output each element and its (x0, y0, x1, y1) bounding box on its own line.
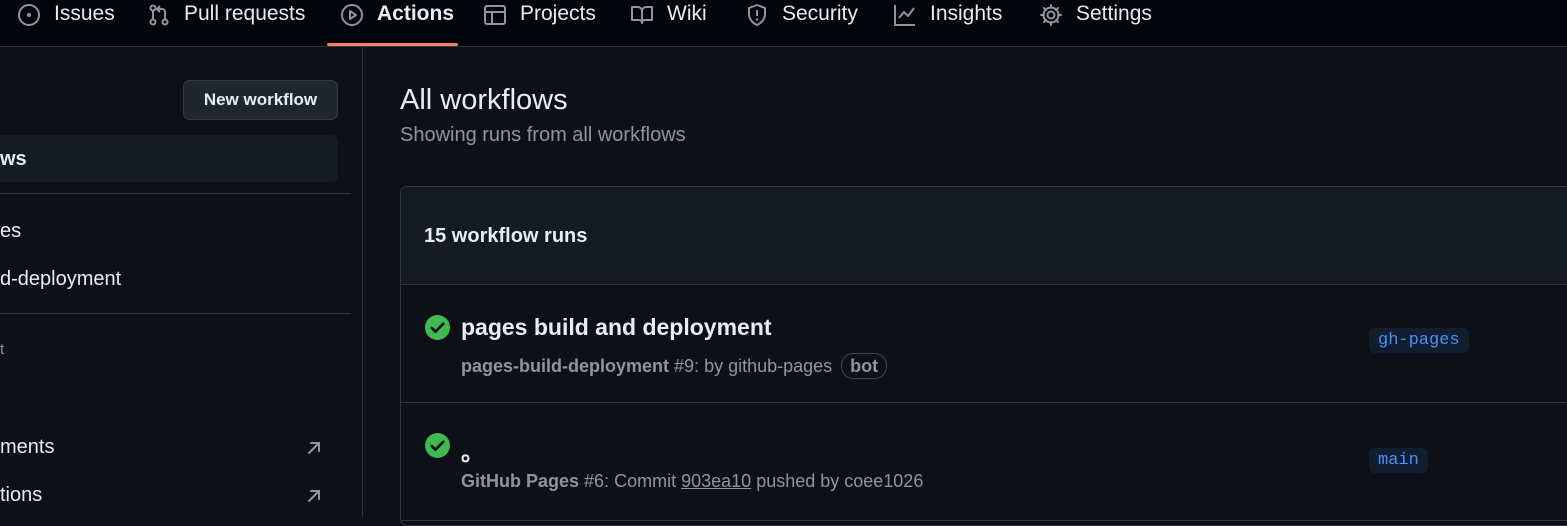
sidebar-item-deployments[interactable]: ments (0, 436, 54, 459)
run-meta: pages-build-deployment #9: by github-pag… (461, 353, 888, 379)
workflow-runs-list: 15 workflow runs pages build and deploym… (400, 186, 1567, 526)
book-icon (631, 6, 653, 24)
workflow-run-row[interactable]: 。 GitHub Pages #6: Commit 903ea10 pushed… (401, 403, 1567, 521)
bot-badge: bot (841, 353, 888, 379)
tab-settings[interactable]: Settings (1039, 0, 1152, 46)
branch-label[interactable]: main (1369, 448, 1428, 473)
sidebar-item-pages-build-deployment[interactable]: d-deployment (0, 268, 121, 291)
commit-sha-link[interactable]: 903ea10 (681, 471, 751, 491)
gear-icon (1040, 4, 1062, 26)
check-circle-icon (425, 315, 450, 340)
tab-projects[interactable]: Projects (483, 0, 596, 46)
workflows-sidebar: New workflow ws es d-deployment t ments … (0, 47, 363, 516)
tab-insights-label: Insights (930, 2, 1003, 25)
tab-issues-label: Issues (54, 2, 115, 25)
tab-issues[interactable]: Issues (17, 0, 115, 46)
play-circle-icon (341, 4, 363, 26)
run-number: #9 (674, 356, 695, 376)
tab-security[interactable]: Security (745, 0, 858, 46)
workflow-run-row[interactable]: pages build and deployment pages-build-d… (401, 285, 1567, 403)
run-meta-prefix: : Commit (604, 471, 677, 491)
run-meta: GitHub Pages #6: Commit 903ea10 pushed b… (461, 471, 923, 492)
shield-icon (748, 4, 766, 26)
tab-security-label: Security (782, 2, 858, 25)
arrow-up-right-icon (308, 442, 320, 454)
tab-wiki-label: Wiki (667, 2, 707, 25)
run-workflow-name: pages-build-deployment (461, 356, 670, 376)
new-workflow-button[interactable]: New workflow (183, 80, 338, 120)
sidebar-item-pages[interactable]: es (0, 220, 21, 243)
tab-wiki[interactable]: Wiki (630, 0, 707, 46)
runs-header: 15 workflow runs (401, 187, 1567, 285)
graph-icon (894, 5, 915, 26)
sidebar-divider (0, 313, 351, 314)
tab-actions-label: Actions (377, 2, 455, 25)
tab-projects-label: Projects (520, 2, 596, 25)
repo-nav: Issues Pull requests Actions Projects Wi… (0, 0, 1567, 47)
run-title[interactable]: 。 (461, 433, 484, 467)
tab-pull-requests[interactable]: Pull requests (147, 0, 305, 46)
run-workflow-name: GitHub Pages (461, 471, 580, 491)
run-title[interactable]: pages build and deployment (461, 314, 772, 341)
arrow-up-right-icon (308, 490, 320, 502)
pull-request-icon (149, 4, 169, 26)
page-title: All workflows (400, 84, 568, 116)
tab-pull-requests-label: Pull requests (184, 2, 306, 25)
sidebar-section-heading: t (0, 341, 5, 358)
table-icon (484, 5, 506, 25)
sidebar-selected-bg (0, 135, 338, 182)
sidebar-item-all-workflows[interactable]: ws (0, 148, 27, 171)
run-meta-text: : by github-pages (694, 356, 833, 376)
tab-insights[interactable]: Insights (893, 0, 1002, 46)
sidebar-item-actions[interactable]: tions (0, 484, 42, 507)
active-tab-indicator (327, 43, 458, 46)
issue-circle-icon (18, 4, 40, 26)
tab-actions[interactable]: Actions (340, 0, 454, 46)
run-number: #6 (584, 471, 605, 491)
check-circle-icon (425, 433, 450, 458)
tab-settings-label: Settings (1076, 2, 1152, 25)
run-meta-suffix: pushed by coee1026 (756, 471, 924, 491)
runs-count: 15 workflow runs (424, 225, 588, 247)
branch-label[interactable]: gh-pages (1369, 328, 1469, 353)
sidebar-divider (0, 193, 351, 194)
page-subtitle: Showing runs from all workflows (400, 124, 686, 146)
